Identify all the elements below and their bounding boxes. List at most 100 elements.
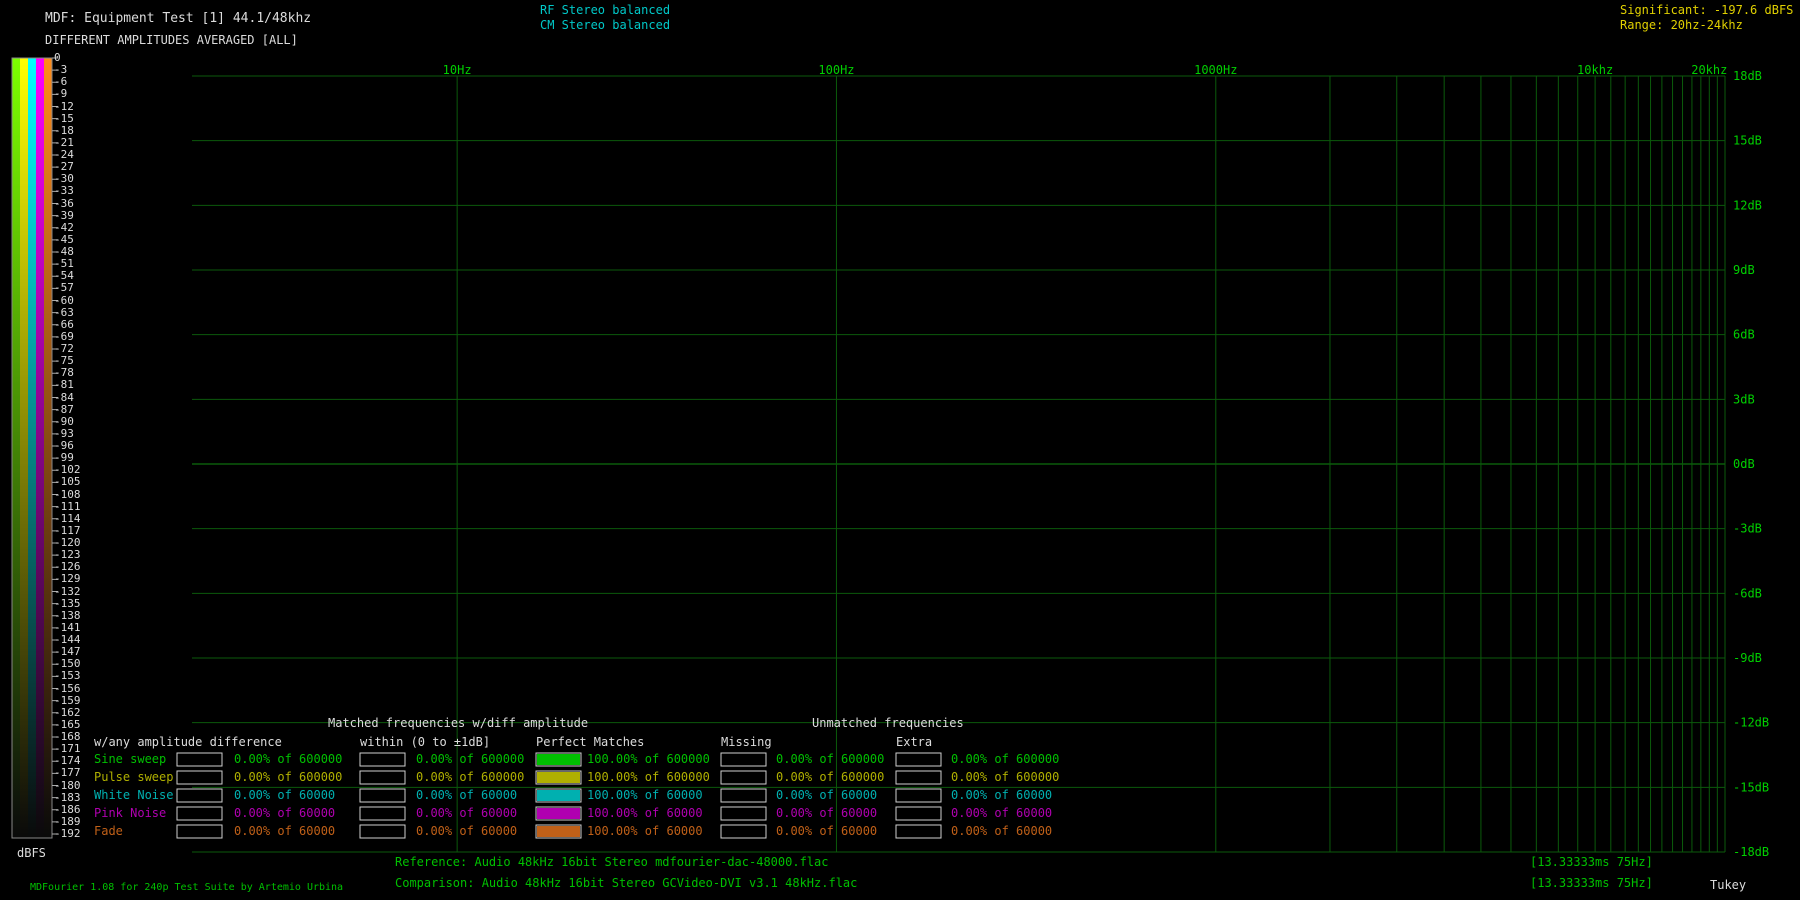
y-tick-label: 3dB xyxy=(1733,392,1755,406)
stat-missing-value: 0.00% of 600000 xyxy=(776,752,885,766)
stat-box-extra xyxy=(895,752,942,767)
perfect-match-fill xyxy=(537,790,580,801)
stat-row-name: White Noise xyxy=(94,788,174,802)
stat-box-extra xyxy=(895,824,942,839)
legend-cm: CM Stereo balanced xyxy=(540,18,671,32)
colorbar-tick-label: -138 xyxy=(54,608,81,622)
stat-box-within xyxy=(359,806,406,821)
colorbar-stripe xyxy=(44,58,52,838)
perfect-match-fill xyxy=(537,808,580,819)
col-within: within (0 to ±1dB] xyxy=(360,735,491,749)
chart-title: MDF: Equipment Test [1] 44.1/48khz xyxy=(45,11,312,26)
stat-box-within xyxy=(359,788,406,803)
stat-box-missing xyxy=(720,788,767,803)
colorbar-tick-label: -129 xyxy=(54,572,81,586)
colorbar-tick-label: -132 xyxy=(54,584,81,598)
stat-box-missing xyxy=(720,770,767,785)
colorbar-tick-label: -12 xyxy=(54,99,74,113)
comparison-file: Comparison: Audio 48kHz 16bit Stereo GCV… xyxy=(395,876,858,890)
colorbar-tick-label: -183 xyxy=(54,790,81,804)
stat-box-extra xyxy=(895,806,942,821)
y-tick-label: -15dB xyxy=(1733,780,1769,794)
colorbar-tick-label: -42 xyxy=(54,220,74,234)
colorbar-tick-label: -90 xyxy=(54,414,74,428)
stat-any-value: 0.00% of 60000 xyxy=(234,788,336,802)
colorbar-stripe xyxy=(20,58,28,838)
x-tick-label: 1000Hz xyxy=(1194,63,1237,77)
y-tick-label: -3dB xyxy=(1733,522,1762,536)
stat-extra-value: 0.00% of 600000 xyxy=(951,770,1060,784)
reference-file: Reference: Audio 48kHz 16bit Stereo mdfo… xyxy=(395,855,829,869)
legend-rf: RF Stereo balanced xyxy=(540,3,671,17)
colorbar-tick-label: -60 xyxy=(54,293,74,307)
y-tick-label: 6dB xyxy=(1733,328,1755,342)
y-tick-label: -18dB xyxy=(1733,845,1769,859)
x-tick-label: 100Hz xyxy=(818,63,854,77)
colorbar-tick-label: -192 xyxy=(54,827,81,840)
stat-any-value: 0.00% of 600000 xyxy=(234,770,343,784)
colorbar-tick-label: -9 xyxy=(54,87,68,101)
stat-within-value: 0.00% of 600000 xyxy=(416,770,525,784)
stat-perfect-value: 100.00% of 600000 xyxy=(587,770,710,784)
stat-row-name: Pulse sweep xyxy=(94,770,174,784)
stat-perfect-value: 100.00% of 60000 xyxy=(587,824,703,838)
stat-missing-value: 0.00% of 60000 xyxy=(776,788,878,802)
stat-extra-value: 0.00% of 60000 xyxy=(951,788,1053,802)
stat-within-value: 0.00% of 60000 xyxy=(416,824,518,838)
colorbar-tick-label: -84 xyxy=(54,390,74,404)
comparison-timing: [13.33333ms 75Hz] xyxy=(1530,876,1653,890)
y-tick-label: 12dB xyxy=(1733,198,1762,212)
colorbar-tick-label: -177 xyxy=(54,766,81,780)
colorbar-tick-label: -114 xyxy=(54,511,81,525)
colorbar-tick-label: -108 xyxy=(54,487,81,501)
colorbar-tick-label: -33 xyxy=(54,184,74,198)
perfect-match-fill xyxy=(537,826,580,837)
colorbar-tick-label: -81 xyxy=(54,378,74,392)
colorbar-tick-label: -57 xyxy=(54,281,74,295)
colorbar-tick-label: -15 xyxy=(54,111,74,125)
stat-within-value: 0.00% of 60000 xyxy=(416,788,518,802)
colorbar-tick-label: -111 xyxy=(54,499,81,513)
stat-box-any xyxy=(176,770,223,785)
stat-perfect-value: 100.00% of 60000 xyxy=(587,788,703,802)
stat-box-any xyxy=(176,752,223,767)
col-extra: Extra xyxy=(896,735,933,749)
colorbar-tick-label: -36 xyxy=(54,196,74,210)
group-unmatched-label: Unmatched frequencies xyxy=(812,716,964,730)
y-tick-label: -12dB xyxy=(1733,716,1769,730)
colorbar-stripe xyxy=(12,58,20,838)
stat-row-name: Fade xyxy=(94,824,123,838)
colorbar-unit: dBFS xyxy=(17,846,46,860)
stat-box-extra xyxy=(895,788,942,803)
colorbar-tick-label: -135 xyxy=(54,596,81,610)
range-readout: Range: 20hz-24khz xyxy=(1620,18,1743,32)
col-missing: Missing xyxy=(721,735,772,749)
x-tick-label: 20khz xyxy=(1691,63,1727,77)
stat-extra-value: 0.00% of 60000 xyxy=(951,806,1053,820)
perfect-match-fill xyxy=(537,772,580,783)
stat-box-missing xyxy=(720,806,767,821)
colorbar-tick-label: -87 xyxy=(54,402,74,416)
stat-box-missing xyxy=(720,824,767,839)
stat-row-name: Sine sweep xyxy=(94,752,167,766)
colorbar-tick-label: -63 xyxy=(54,305,74,319)
colorbar-tick-label: -180 xyxy=(54,778,81,792)
stat-box-missing xyxy=(720,752,767,767)
y-tick-label: 18dB xyxy=(1733,69,1762,83)
stat-any-value: 0.00% of 60000 xyxy=(234,806,336,820)
stat-box-any xyxy=(176,824,223,839)
chart-subtitle: DIFFERENT AMPLITUDES AVERAGED [ALL] xyxy=(45,33,298,47)
stat-perfect-value: 100.00% of 600000 xyxy=(587,752,710,766)
colorbar-tick-label: -162 xyxy=(54,705,81,719)
stat-box-within xyxy=(359,752,406,767)
group-matched-label: Matched frequencies w/diff amplitude xyxy=(328,716,589,730)
colorbar-tick-label: -18 xyxy=(54,123,74,137)
y-tick-label: -6dB xyxy=(1733,586,1762,600)
colorbar-tick-label: -66 xyxy=(54,317,74,331)
col-any-diff: w/any amplitude difference xyxy=(94,735,282,749)
stat-perfect-value: 100.00% of 60000 xyxy=(587,806,703,820)
stat-any-value: 0.00% of 60000 xyxy=(234,824,336,838)
stat-box-any xyxy=(176,788,223,803)
window-function: Tukey xyxy=(1710,878,1747,892)
stat-any-value: 0.00% of 600000 xyxy=(234,752,343,766)
